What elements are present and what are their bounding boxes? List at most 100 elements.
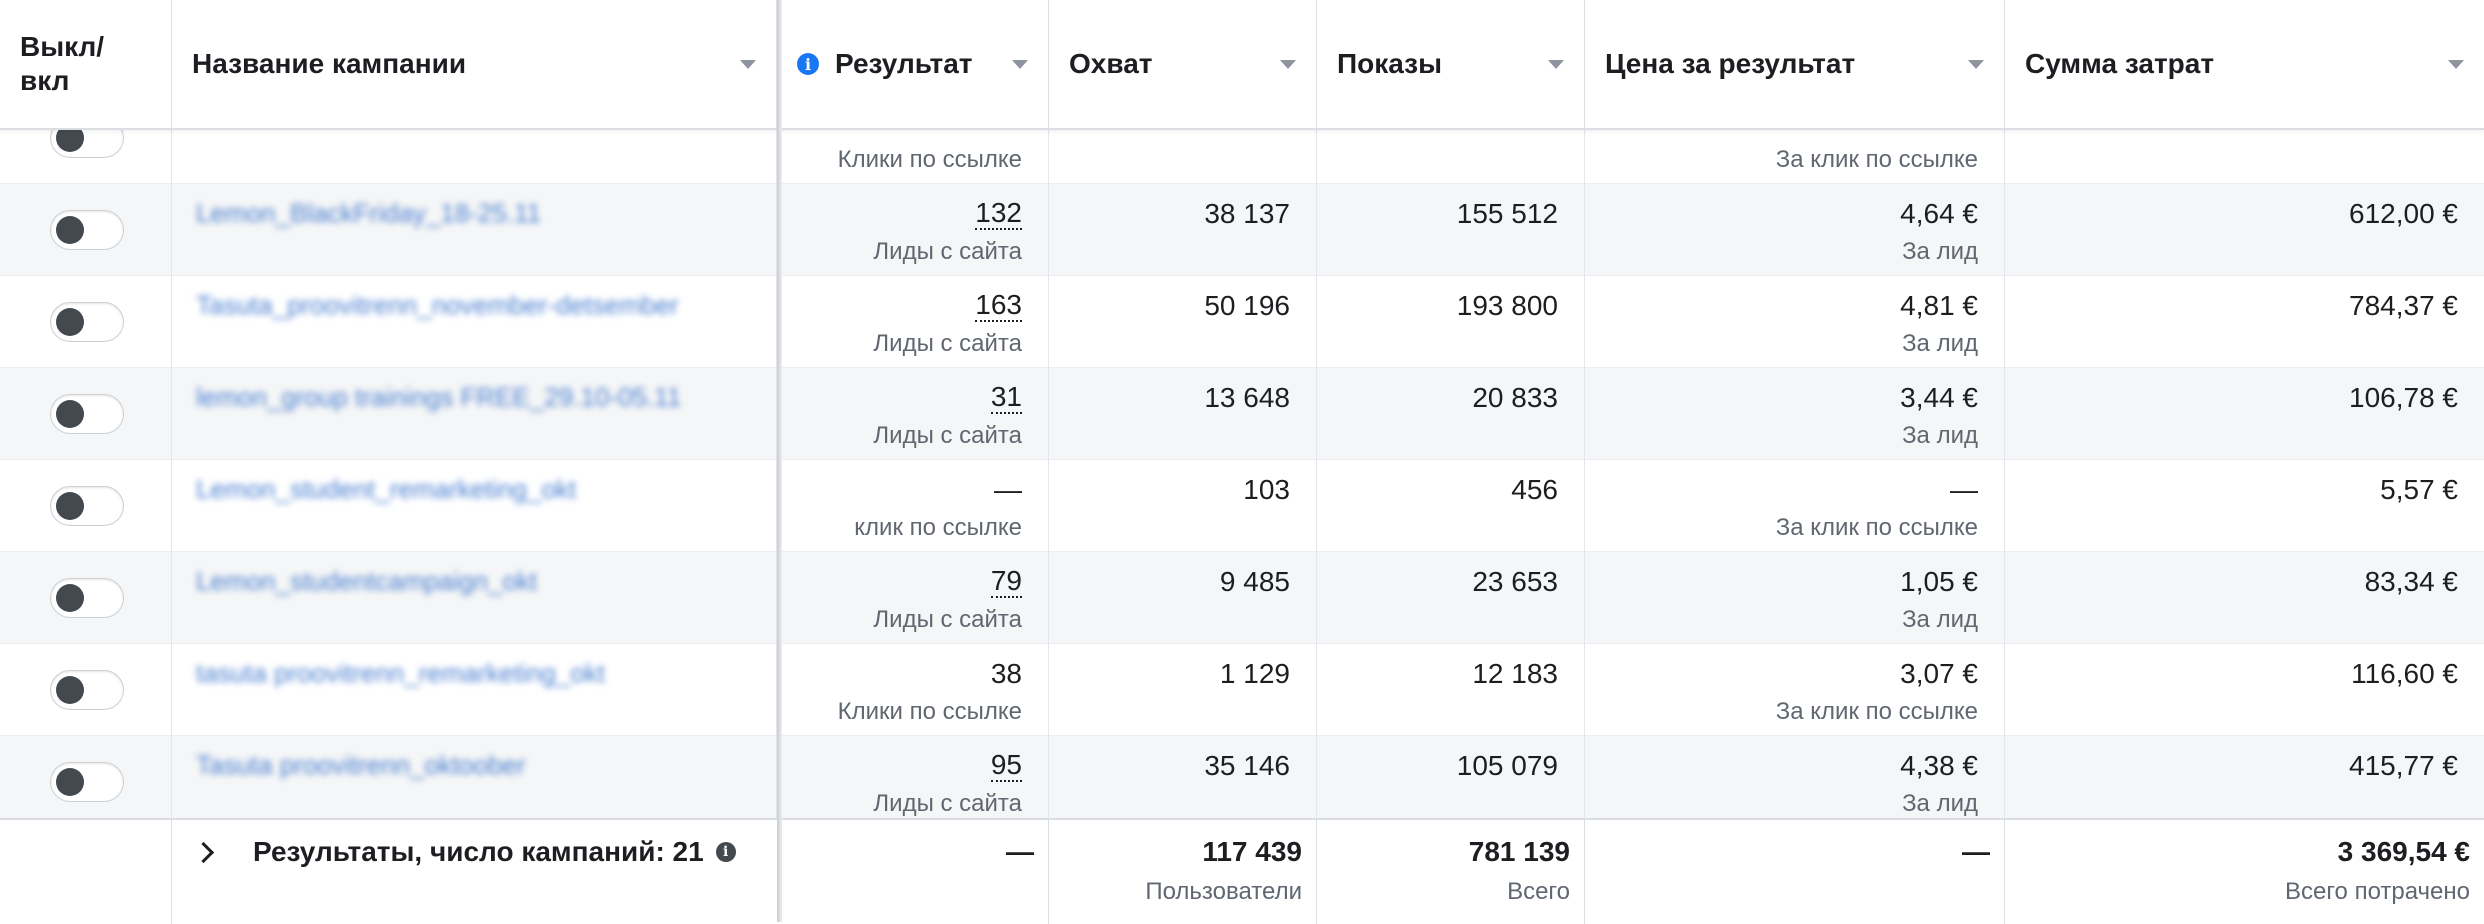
cpr-sub: За лид	[1902, 606, 1978, 633]
result-value: —	[994, 474, 1022, 505]
result-sub: Лиды с сайта	[873, 790, 1022, 817]
sort-caret-icon[interactable]	[740, 59, 756, 69]
impressions-cell	[1317, 128, 1585, 184]
table-header: Выкл/ вкл Название кампании i Результат …	[0, 0, 2484, 130]
spend-cell: 784,37 €	[2005, 276, 2484, 368]
info-icon[interactable]: i	[797, 53, 819, 75]
summary-label-wrap[interactable]: Результаты, число кампаний: 21 i	[192, 836, 736, 868]
cpr-value: 3,44 €	[1900, 382, 1978, 413]
toggle-cell	[0, 128, 172, 184]
result-value: 163	[975, 289, 1022, 322]
info-icon[interactable]: i	[715, 842, 736, 862]
sort-caret-icon[interactable]	[1548, 59, 1564, 69]
table-row[interactable]: Lemon_student_remarketing_okt — клик по …	[0, 460, 2484, 552]
sort-caret-icon[interactable]	[2448, 59, 2464, 69]
spend-value: 106,78 €	[2349, 382, 2458, 413]
campaign-name-link[interactable]: Lemon_BlackFriday_18-25.11	[196, 198, 541, 229]
col-header-result-label: Результат	[835, 48, 973, 79]
col-header-toggle[interactable]: Выкл/ вкл	[0, 0, 172, 128]
campaign-toggle[interactable]	[50, 302, 124, 342]
spend-value: 612,00 €	[2349, 198, 2458, 229]
summary-reach-sub: Пользователи	[1145, 878, 1302, 905]
spend-value: 415,77 €	[2349, 750, 2458, 781]
reach-cell: 9 485	[1049, 552, 1317, 644]
cpr-sub: За лид	[1902, 422, 1978, 449]
table-row[interactable]: Lemon_BlackFriday_18-25.11 132 Лиды с са…	[0, 184, 2484, 276]
spend-cell: 116,60 €	[2005, 644, 2484, 736]
campaign-toggle[interactable]	[50, 128, 124, 158]
reach-cell: 1 129	[1049, 644, 1317, 736]
cpr-cell: 4,64 € За лид	[1585, 184, 2005, 276]
reach-cell: 13 648	[1049, 368, 1317, 460]
cpr-cell: 1,05 € За лид	[1585, 552, 2005, 644]
toggle-knob	[56, 584, 84, 612]
cpr-cell: 3,07 € За клик по ссылке	[1585, 644, 2005, 736]
table-row[interactable]: Lemon_studentcampaign_okt 79 Лиды с сайт…	[0, 552, 2484, 644]
frozen-column-divider[interactable]	[777, 0, 782, 922]
cpr-cell: За клик по ссылке	[1585, 128, 2005, 184]
table-row[interactable]: tasuta proovitrenn_remarketing_okt 38 Кл…	[0, 644, 2484, 736]
summary-label: Результаты, число кампаний: 21	[253, 836, 704, 867]
chevron-right-icon[interactable]	[192, 841, 215, 863]
campaign-name-link[interactable]: tasuta proovitrenn_remarketing_okt	[196, 658, 605, 689]
name-cell: Lemon_BlackFriday_18-25.11	[172, 184, 777, 276]
spend-cell: 612,00 €	[2005, 184, 2484, 276]
toggle-cell	[0, 644, 172, 736]
result-sub: Лиды с сайта	[873, 330, 1022, 357]
campaign-toggle[interactable]	[50, 394, 124, 434]
campaign-name-link[interactable]: lemon_group trainings FREE_29.10-05.11	[196, 382, 681, 413]
cpr-value: —	[1950, 474, 1978, 505]
campaign-name-link[interactable]: Tasuta_proovitrenn_november-detsember	[196, 290, 679, 321]
col-header-name-label: Название кампании	[192, 48, 467, 79]
campaigns-table: Выкл/ вкл Название кампании i Результат …	[0, 0, 2484, 924]
campaign-name-link[interactable]: Lemon_student_remarketing_okt	[196, 474, 576, 505]
sort-caret-icon[interactable]	[1968, 59, 1984, 69]
col-header-name[interactable]: Название кампании	[172, 0, 777, 128]
cpr-sub: За клик по ссылке	[1775, 146, 1978, 173]
result-cell: 79 Лиды с сайта	[777, 552, 1049, 644]
campaign-toggle[interactable]	[50, 578, 124, 618]
reach-value: 13 648	[1204, 382, 1290, 413]
table-row[interactable]: Tasuta_proovitrenn_november-detsember 16…	[0, 276, 2484, 368]
spend-value: 116,60 €	[2351, 658, 2458, 689]
impressions-value: 155 512	[1456, 198, 1558, 229]
table-row[interactable]: Tasuta proovitrenn_oktoober 95 Лиды с са…	[0, 736, 2484, 818]
sort-caret-icon[interactable]	[1012, 59, 1028, 69]
reach-value: 50 196	[1204, 290, 1290, 321]
sort-caret-icon[interactable]	[1280, 59, 1296, 69]
spend-value: 83,34 €	[2364, 566, 2458, 597]
result-value: 79	[990, 565, 1022, 598]
campaign-toggle[interactable]	[50, 670, 124, 710]
spend-cell: 83,34 €	[2005, 552, 2484, 644]
summary-result-cell: —	[777, 820, 1049, 924]
toggle-cell	[0, 460, 172, 552]
summary-name-cell[interactable]: Результаты, число кампаний: 21 i	[172, 820, 777, 924]
campaign-name-link[interactable]: Lemon_studentcampaign_okt	[196, 566, 537, 597]
cpr-value: 4,81 €	[1900, 290, 1978, 321]
cpr-value: 4,38 €	[1900, 750, 1978, 781]
campaign-toggle[interactable]	[50, 486, 124, 526]
col-header-cost-per-result[interactable]: Цена за результат	[1585, 0, 2005, 128]
reach-cell: 38 137	[1049, 184, 1317, 276]
table-row[interactable]: Клики по ссылке За клик по ссылке	[0, 128, 2484, 184]
col-header-spend[interactable]: Сумма затрат	[2005, 0, 2484, 128]
summary-spend: 3 369,54 €	[2337, 836, 2470, 867]
cpr-sub: За клик по ссылке	[1775, 698, 1978, 725]
toggle-knob	[56, 216, 84, 244]
cpr-sub: За клик по ссылке	[1775, 514, 1978, 541]
impressions-cell: 155 512	[1317, 184, 1585, 276]
toggle-knob	[56, 492, 84, 520]
campaign-toggle[interactable]	[50, 762, 124, 802]
impressions-value: 20 833	[1472, 382, 1558, 413]
impressions-value: 12 183	[1472, 658, 1558, 689]
table-row[interactable]: lemon_group trainings FREE_29.10-05.11 3…	[0, 368, 2484, 460]
campaign-name-link[interactable]: Tasuta proovitrenn_oktoober	[196, 750, 526, 781]
col-header-reach[interactable]: Охват	[1049, 0, 1317, 128]
campaign-toggle[interactable]	[50, 210, 124, 250]
col-header-result[interactable]: i Результат	[777, 0, 1049, 128]
cpr-cell: 4,38 € За лид	[1585, 736, 2005, 818]
summary-cpr-cell: —	[1585, 820, 2005, 924]
col-header-impressions[interactable]: Показы	[1317, 0, 1585, 128]
result-sub: клик по ссылке	[854, 514, 1022, 541]
toggle-knob	[56, 128, 84, 152]
